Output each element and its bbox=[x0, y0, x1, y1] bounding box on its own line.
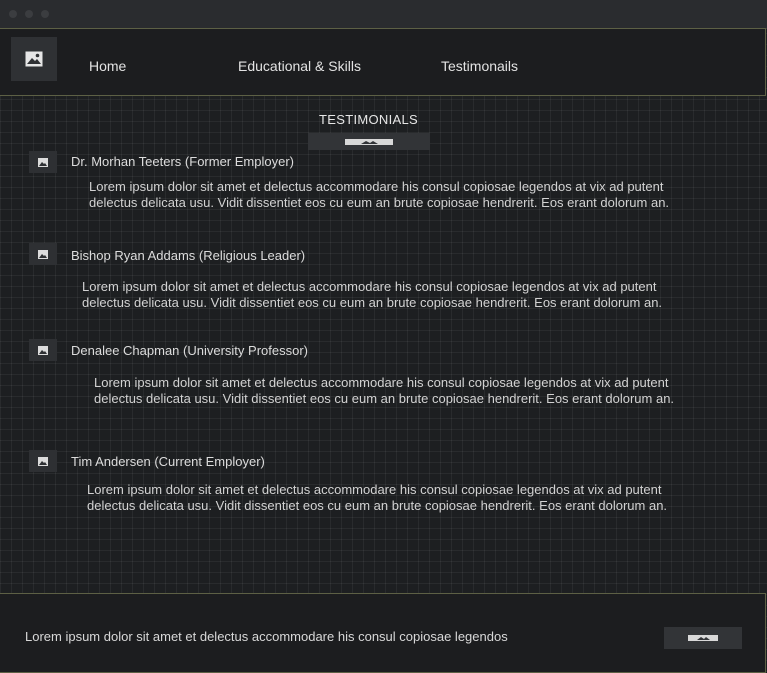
testimonial-text-line: Lorem ipsum dolor sit amet et delectus a… bbox=[89, 179, 664, 194]
image-icon bbox=[38, 157, 48, 167]
avatar-image-icon bbox=[29, 151, 57, 173]
testimonial-text: Lorem ipsum dolor sit amet et delectus a… bbox=[82, 279, 722, 311]
avatar-image-icon bbox=[29, 450, 57, 472]
testimonial-text: Lorem ipsum dolor sit amet et delectus a… bbox=[89, 179, 729, 211]
logo-image-icon[interactable] bbox=[11, 37, 57, 81]
testimonial-name: Dr. Morhan Teeters (Former Employer) bbox=[71, 154, 294, 169]
maximize-dot-icon[interactable] bbox=[41, 10, 49, 18]
image-icon bbox=[25, 51, 43, 67]
nav-bar: Home Educational & Skills Testimonails bbox=[0, 28, 766, 96]
close-dot-icon[interactable] bbox=[9, 10, 17, 18]
window-titlebar bbox=[0, 0, 767, 29]
footer: Lorem ipsum dolor sit amet et delectus a… bbox=[0, 593, 766, 673]
section-title: TESTIMONIALS bbox=[319, 112, 418, 127]
avatar-image-icon bbox=[29, 339, 57, 361]
testimonial-text: Lorem ipsum dolor sit amet et delectus a… bbox=[94, 375, 734, 407]
testimonial-text-line: delectus delicata usu. Vidit dissentiet … bbox=[94, 391, 675, 406]
image-icon bbox=[38, 249, 48, 259]
title-image-placeholder-icon bbox=[308, 133, 430, 150]
testimonial-text-line: Lorem ipsum dolor sit amet et delectus a… bbox=[87, 482, 662, 497]
testimonial-text: Lorem ipsum dolor sit amet et delectus a… bbox=[87, 482, 727, 514]
footer-image-placeholder-icon bbox=[664, 627, 742, 649]
testimonial-text-line: Lorem ipsum dolor sit amet et delectus a… bbox=[82, 279, 657, 294]
testimonial-text-line: delectus delicata usu. Vidit dissentiet … bbox=[89, 195, 670, 210]
footer-text: Lorem ipsum dolor sit amet et delectus a… bbox=[25, 629, 508, 644]
nav-link-home[interactable]: Home bbox=[89, 58, 126, 74]
avatar-image-icon bbox=[29, 243, 57, 265]
testimonial-text-line: delectus delicata usu. Vidit dissentiet … bbox=[82, 295, 663, 310]
testimonial-name: Denalee Chapman (University Professor) bbox=[71, 343, 308, 358]
testimonial-text-line: Lorem ipsum dolor sit amet et delectus a… bbox=[94, 375, 669, 390]
minimize-dot-icon[interactable] bbox=[25, 10, 33, 18]
nav-link-testimonials[interactable]: Testimonails bbox=[441, 58, 518, 74]
testimonial-name: Tim Andersen (Current Employer) bbox=[71, 454, 265, 469]
image-icon bbox=[38, 345, 48, 355]
testimonial-name: Bishop Ryan Addams (Religious Leader) bbox=[71, 248, 306, 263]
image-placeholder-icon bbox=[688, 635, 718, 641]
image-placeholder-icon bbox=[345, 138, 393, 145]
nav-link-educational-skills[interactable]: Educational & Skills bbox=[238, 58, 361, 74]
testimonial-text-line: delectus delicata usu. Vidit dissentiet … bbox=[87, 498, 668, 513]
image-icon bbox=[38, 456, 48, 466]
